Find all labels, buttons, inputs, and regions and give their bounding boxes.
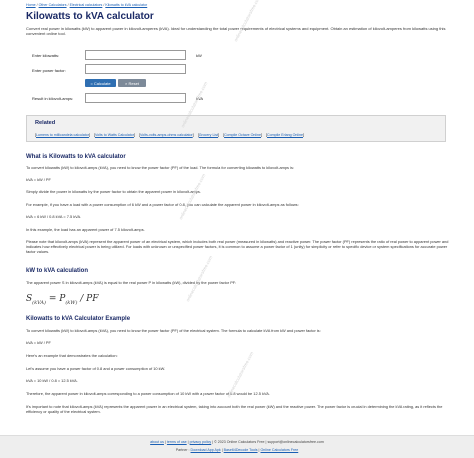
footer-partner-label: Partner : xyxy=(175,448,190,452)
formula-line: kVA = kW / PF xyxy=(26,340,51,345)
breadcrumb: Home/Other Calculators/Electrical calcul… xyxy=(26,3,148,7)
footer-partner-link[interactable]: Online Calculators Free xyxy=(260,448,298,452)
heading-formula: kW to kVA calculation xyxy=(26,268,89,274)
related-links: [Lumens to millicandela calculator] [Vol… xyxy=(35,133,304,137)
page-title: Kilowatts to kVA calculator xyxy=(26,11,154,22)
breadcrumb-other[interactable]: Other Calculators xyxy=(39,3,67,7)
footer-partners: Partner : Download App Apk | Base64Decod… xyxy=(175,448,299,452)
related-heading: Related xyxy=(35,120,56,126)
paragraph: Therefore, the apparent power in kilovol… xyxy=(26,391,270,396)
formula-display: S(kVA) = P(kW) / PF xyxy=(26,294,99,306)
footer-copyright: © 2023 Online Calculators Free xyxy=(214,440,265,444)
formula-line: kVA = kW / PF xyxy=(26,177,51,182)
paragraph: For example, if you have a load with a p… xyxy=(26,202,299,207)
footer-partner-link[interactable]: Download App Apk xyxy=(191,448,221,452)
result-label: Result in kilovolt-amps: xyxy=(32,96,74,101)
page: Home/Other Calculators/Electrical calcul… xyxy=(0,0,474,458)
footer: about us | terms of use | privacy policy… xyxy=(0,435,474,458)
paragraph: Please note that kilovolt-amps (kVA) rep… xyxy=(26,239,449,254)
related-link[interactable]: Grocery List xyxy=(199,133,218,137)
heading-what: What is Kilowatts to kVA calculator xyxy=(26,154,126,160)
pf-input[interactable] xyxy=(85,64,186,74)
reset-button[interactable]: × Reset xyxy=(118,79,146,87)
heading-example: Kilowatts to kVA Calculator Example xyxy=(26,316,131,322)
paragraph: Simply divide the power in kilowatts by … xyxy=(26,189,201,194)
related-link[interactable]: Lumens to millicandela calculator xyxy=(36,133,89,137)
paragraph: To convert kilowatts (kW) to kilovolt-am… xyxy=(26,165,294,170)
watermark: onlinecalculatorsfree.com xyxy=(233,0,262,43)
kw-input[interactable] xyxy=(85,50,186,60)
pf-label: Enter power factor: xyxy=(32,68,66,73)
related-link[interactable]: Volts-volts-amps-ohms calculator xyxy=(140,133,193,137)
breadcrumb-electrical[interactable]: Electrical calculators xyxy=(70,3,103,7)
paragraph: It's important to note that kilovolt-amp… xyxy=(26,404,443,414)
footer-links: about us | terms of use | privacy policy… xyxy=(150,440,324,444)
related-link[interactable]: Compile Octave Online xyxy=(224,133,261,137)
paragraph: To convert kilowatts (kW) to kilovolt-am… xyxy=(26,328,321,333)
kw-unit: kW xyxy=(196,53,202,58)
footer-email: support@onlinecalculatorsfree.com xyxy=(267,440,324,444)
kw-label: Enter kilowatts: xyxy=(32,53,60,58)
footer-about-link[interactable]: about us xyxy=(150,440,164,444)
watermark: onlinecalculatorsfree.com xyxy=(185,254,214,303)
footer-partner-link[interactable]: Base64Decode Tools xyxy=(224,448,258,452)
result-output[interactable] xyxy=(85,93,186,103)
paragraph: In this example, the load has an apparen… xyxy=(26,227,145,232)
related-panel: Related [Lumens to millicandela calculat… xyxy=(26,115,446,142)
related-link[interactable]: Compile Erlang Online xyxy=(267,133,303,137)
calculator-form: Enter kilowatts: kW Enter power factor: … xyxy=(26,45,446,105)
paragraph: Here's an example that demonstrates the … xyxy=(26,353,118,358)
breadcrumb-current[interactable]: Kilowatts to kVA calculator xyxy=(105,3,147,7)
related-link[interactable]: Volts to Watts Calculator xyxy=(95,133,134,137)
footer-privacy-link[interactable]: privacy policy xyxy=(190,440,212,444)
calculate-button[interactable]: = Calculate xyxy=(85,79,116,87)
footer-terms-link[interactable]: terms of use xyxy=(167,440,187,444)
formula-line: kVA = 6 kW / 0.8 kVA = 7.5 kVA. xyxy=(26,214,82,219)
breadcrumb-home[interactable]: Home xyxy=(26,3,36,7)
paragraph: The apparent power S in kilovolt-amps (k… xyxy=(26,280,237,285)
